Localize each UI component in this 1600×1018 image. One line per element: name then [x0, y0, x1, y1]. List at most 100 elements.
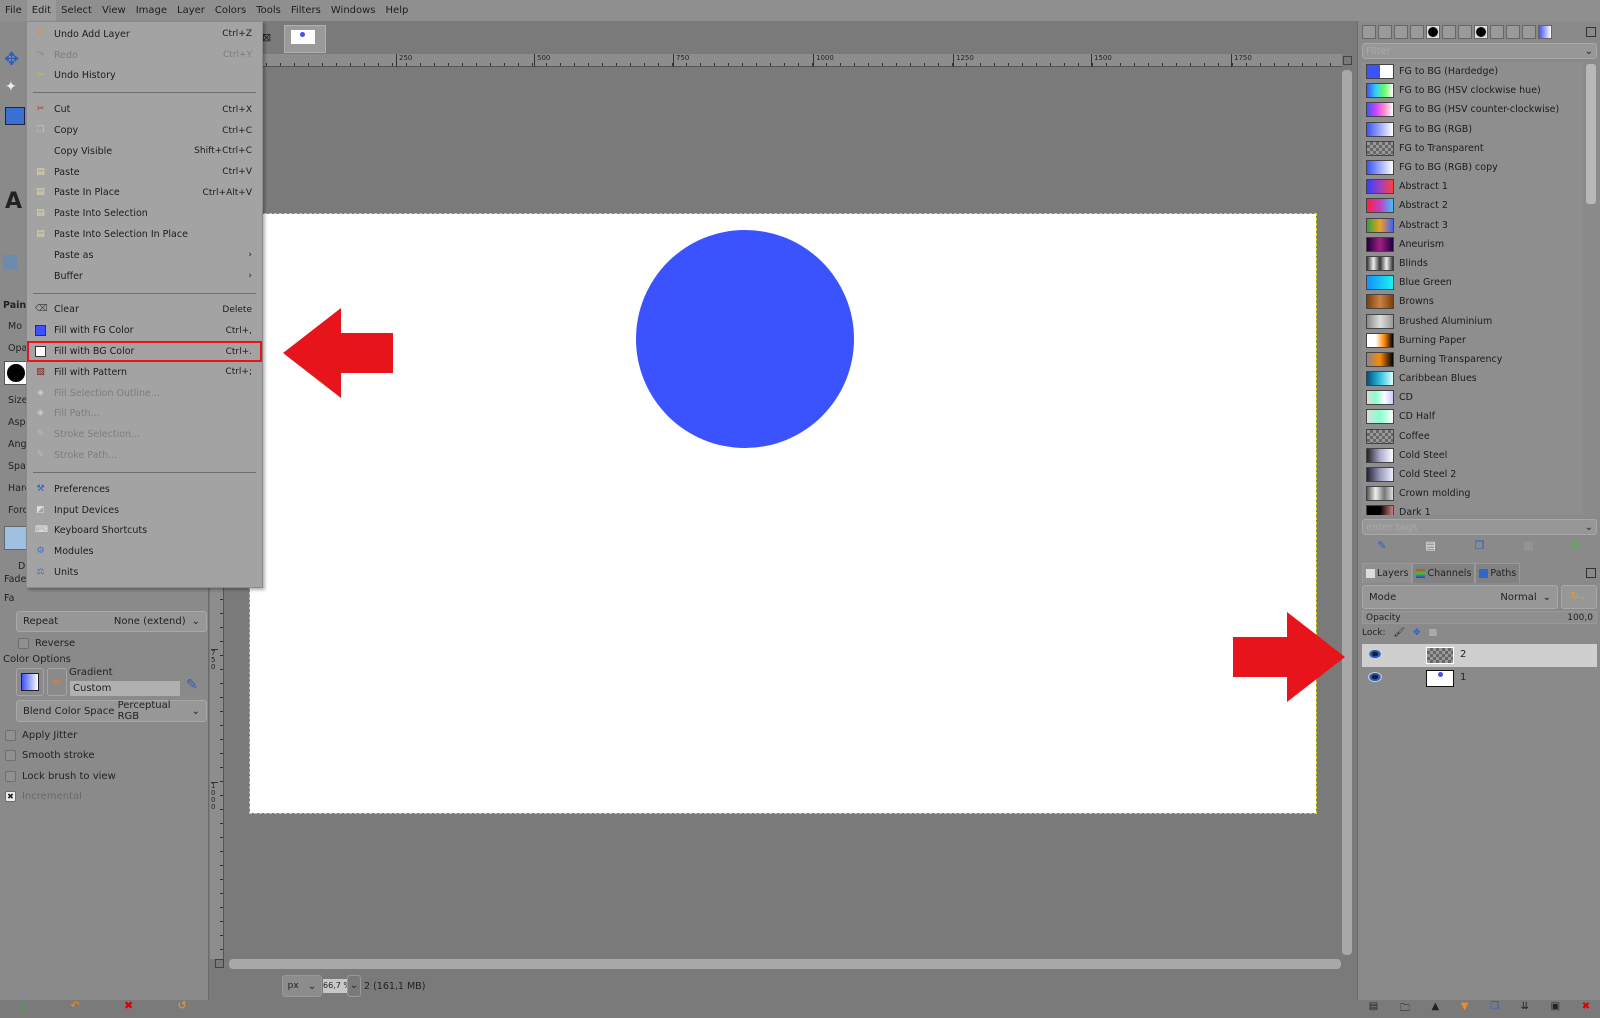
- gradient-item[interactable]: Burning Paper: [1362, 331, 1583, 350]
- paintbrush-tab-icon[interactable]: [3, 255, 17, 269]
- dock-tab-images-icon[interactable]: [1410, 25, 1424, 39]
- menu-item-fill-with-bg-color[interactable]: Fill with BG Color Ctrl+.: [27, 341, 262, 362]
- dock-tab-brushes-icon[interactable]: [1426, 25, 1440, 39]
- gradient-item[interactable]: FG to BG (HSV counter-clockwise): [1362, 100, 1583, 119]
- gradient-name-field[interactable]: Custom: [70, 681, 180, 696]
- text-tool-icon[interactable]: A: [5, 189, 22, 214]
- eye-icon[interactable]: [1368, 649, 1382, 659]
- dock-tab-gradients-icon[interactable]: [1538, 25, 1552, 39]
- gradient-item[interactable]: Caribbean Blues: [1362, 369, 1583, 388]
- menu-item-undo-history[interactable]: ⇦ Undo History: [27, 66, 262, 87]
- menu-item-paste-into-selection-in-place[interactable]: ▤ Paste Into Selection In Place: [27, 224, 262, 245]
- lock-position-icon[interactable]: ✥: [1413, 628, 1421, 638]
- new-layer-icon[interactable]: ▤: [1369, 1001, 1378, 1018]
- blend-color-space-select[interactable]: Blend Color Space Perceptual RGB ⌄: [16, 700, 207, 722]
- gradient-item[interactable]: Abstract 1: [1362, 177, 1583, 196]
- menu-colors[interactable]: Colors: [210, 0, 251, 21]
- zoom-field[interactable]: 66,7 %: [323, 979, 348, 993]
- menu-item-paste-as[interactable]: Paste as ›: [27, 245, 262, 266]
- edit-gradient-icon[interactable]: ✎: [186, 677, 198, 693]
- layer-row[interactable]: 1: [1362, 667, 1597, 690]
- vertical-scrollbar[interactable]: [1342, 70, 1352, 955]
- menu-item-copy[interactable]: ❐ Copy Ctrl+C: [27, 120, 262, 141]
- checkbox-box[interactable]: [5, 750, 16, 762]
- menu-item-fill-with-fg-color[interactable]: Fill with FG Color Ctrl+,: [27, 320, 262, 341]
- delete-options-icon[interactable]: ✖: [124, 999, 133, 1018]
- menu-item-modules[interactable]: ⚙ Modules: [27, 541, 262, 562]
- menu-item-undo-add-layer[interactable]: ↶ Undo Add Layer Ctrl+Z: [27, 24, 262, 45]
- menu-windows[interactable]: Windows: [326, 0, 381, 21]
- configure-tab-icon[interactable]: [1586, 568, 1596, 578]
- restore-options-icon[interactable]: ↶: [70, 999, 79, 1018]
- checkbox-box[interactable]: [5, 770, 16, 782]
- zoom-dropdown[interactable]: ⌄: [347, 975, 361, 997]
- tab-channels[interactable]: Channels: [1412, 563, 1476, 583]
- menu-item-fill-with-pattern[interactable]: ▧ Fill with Pattern Ctrl+;: [27, 362, 262, 383]
- dynamics-icon[interactable]: [4, 526, 28, 550]
- align-tool-icon[interactable]: [5, 107, 25, 125]
- menu-image[interactable]: Image: [131, 0, 172, 21]
- delete-layer-icon[interactable]: ✖: [1582, 1001, 1590, 1018]
- menu-item-input-devices[interactable]: ◩ Input Devices: [27, 500, 262, 521]
- new-layer-group-icon[interactable]: 🗀: [1400, 1001, 1410, 1018]
- gradient-item[interactable]: Dark 1: [1362, 503, 1583, 515]
- layer-mode-select[interactable]: Mode Normal ⌄: [1362, 585, 1558, 609]
- opacity-slider[interactable]: Opacity 100,0: [1362, 611, 1597, 624]
- layer-name[interactable]: 1: [1460, 672, 1466, 683]
- gradient-item[interactable]: Browns: [1362, 292, 1583, 311]
- menu-item-copy-visible[interactable]: Copy Visible Shift+Ctrl+C: [27, 141, 262, 162]
- menu-item-paste[interactable]: ▤ Paste Ctrl+V: [27, 162, 262, 183]
- gradient-item[interactable]: Cold Steel 2: [1362, 465, 1583, 484]
- brush-preview[interactable]: [4, 361, 28, 385]
- dock-tab-document-history-icon[interactable]: [1490, 25, 1504, 39]
- gradient-item[interactable]: Abstract 2: [1362, 196, 1583, 215]
- option-checkbox[interactable]: Lock brush to view: [5, 766, 205, 787]
- gradient-list-scrollbar[interactable]: [1586, 64, 1596, 204]
- gradient-item[interactable]: CD: [1362, 388, 1583, 407]
- gradient-item[interactable]: CD Half: [1362, 407, 1583, 426]
- menu-layer[interactable]: Layer: [172, 0, 210, 21]
- move-tool-icon[interactable]: ✥: [4, 49, 24, 70]
- dock-tab-palettes-icon[interactable]: [1522, 25, 1536, 39]
- dock-tab-tool-options-icon[interactable]: [1362, 25, 1376, 39]
- gradient-item[interactable]: Burning Transparency: [1362, 350, 1583, 369]
- lock-alpha-icon[interactable]: ▩: [1429, 628, 1438, 638]
- tab-layers[interactable]: Layers: [1362, 563, 1413, 583]
- duplicate-layer-icon[interactable]: ❐: [1490, 1001, 1499, 1018]
- layer-name[interactable]: 2: [1460, 649, 1466, 660]
- menu-item-buffer[interactable]: Buffer ›: [27, 266, 262, 287]
- menu-tools[interactable]: Tools: [251, 0, 286, 21]
- configure-tab-icon[interactable]: [1586, 27, 1596, 37]
- menu-select[interactable]: Select: [56, 0, 97, 21]
- menu-item-cut[interactable]: ✂ Cut Ctrl+X: [27, 99, 262, 120]
- gradient-item[interactable]: FG to BG (RGB) copy: [1362, 158, 1583, 177]
- merge-layer-icon[interactable]: ⇊: [1521, 1001, 1529, 1018]
- navigate-icon[interactable]: [1343, 56, 1352, 65]
- gradient-item[interactable]: FG to BG (Hardedge): [1362, 62, 1583, 81]
- menu-item-paste-into-selection[interactable]: ▤ Paste Into Selection: [27, 203, 262, 224]
- option-checkbox[interactable]: Smooth stroke: [5, 746, 205, 767]
- dock-tab-device-status-icon[interactable]: [1378, 25, 1392, 39]
- menu-item-stroke-path[interactable]: ✎ Stroke Path...: [27, 445, 262, 466]
- gradient-item[interactable]: Blue Green: [1362, 273, 1583, 292]
- gradient-filter-input[interactable]: Filter ⌄: [1362, 43, 1597, 59]
- gradient-item[interactable]: FG to BG (HSV clockwise hue): [1362, 81, 1583, 100]
- unit-select[interactable]: px ⌄: [282, 975, 322, 997]
- gradient-item[interactable]: Cold Steel: [1362, 446, 1583, 465]
- dock-tab-patterns-icon[interactable]: [1458, 25, 1472, 39]
- menu-help[interactable]: Help: [381, 0, 414, 21]
- gradient-item[interactable]: FG to BG (RGB): [1362, 120, 1583, 139]
- mask-icon[interactable]: ▣: [1551, 1001, 1560, 1018]
- save-options-icon[interactable]: ⭳: [22, 999, 26, 1018]
- duplicate-gradient-icon[interactable]: ❐: [1475, 539, 1485, 552]
- lower-layer-icon[interactable]: ▼: [1461, 1001, 1469, 1018]
- menu-item-fill-path[interactable]: ◈ Fill Path...: [27, 404, 262, 425]
- image-tab-close-icon[interactable]: ⊠: [262, 31, 271, 44]
- top-ruler[interactable]: 250 500 750 1000 1250 1500 1750: [224, 54, 1342, 67]
- gradient-item[interactable]: Abstract 3: [1362, 216, 1583, 235]
- eye-icon[interactable]: [1368, 672, 1382, 682]
- composite-mode-button[interactable]: ↻⌄: [1561, 585, 1597, 609]
- gradient-item[interactable]: Coffee: [1362, 427, 1583, 446]
- raise-layer-icon[interactable]: ▲: [1431, 1001, 1439, 1018]
- refresh-gradients-icon[interactable]: ↻: [1572, 539, 1581, 552]
